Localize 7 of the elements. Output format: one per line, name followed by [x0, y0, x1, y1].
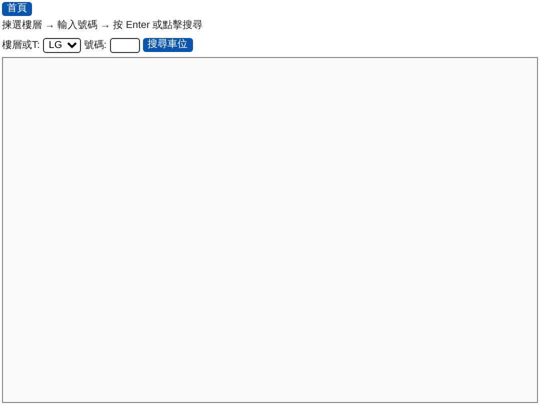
instructions-text: 揀選樓層 → 輸入號碼 → 按 Enter 或點擊搜尋: [2, 20, 204, 32]
floor-select[interactable]: LG: [42, 38, 81, 52]
number-input-field[interactable]: [110, 38, 140, 52]
home-button[interactable]: 首頁: [2, 2, 32, 16]
number-label: 號碼:: [84, 38, 107, 52]
search-parking-button[interactable]: 搜尋車位: [142, 38, 193, 52]
floor-label: 樓層或T:: [2, 38, 40, 52]
